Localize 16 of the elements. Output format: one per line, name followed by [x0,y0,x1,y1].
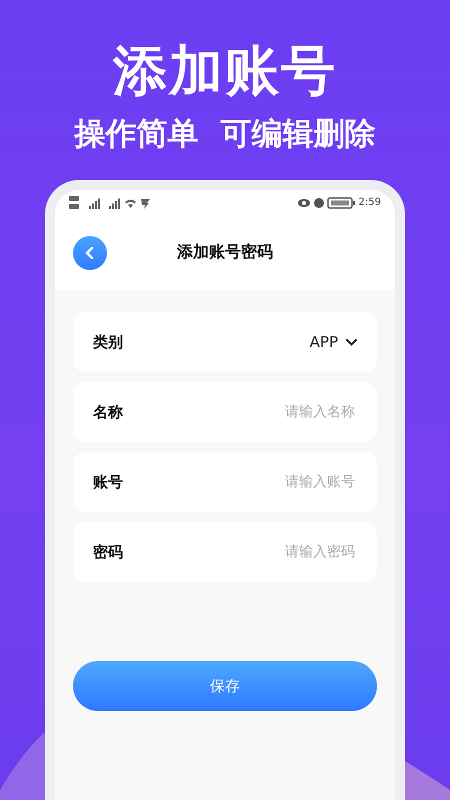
field-label: 名称 [93,402,123,422]
headline: 添加账号 [113,38,337,104]
field-label: 密码 [93,542,123,562]
back-button[interactable] [73,236,107,270]
page-title: 添加账号密码 [177,242,273,263]
input-field[interactable]: 请输入账号 [213,473,357,491]
input-field[interactable]: 请输入密码 [213,543,357,561]
subheadline: 操作简单 可编辑删除 [74,115,376,154]
input-field[interactable]: 请输入名称 [213,403,357,421]
status-time: 2:59 [358,197,381,208]
category-select[interactable]: APP [310,333,357,351]
chevron-down-icon [346,338,357,346]
status-icons-drawing [298,196,356,208]
field-label: 类别 [93,332,123,352]
field-label: 账号 [93,472,123,492]
chevron-left-icon [85,247,95,259]
